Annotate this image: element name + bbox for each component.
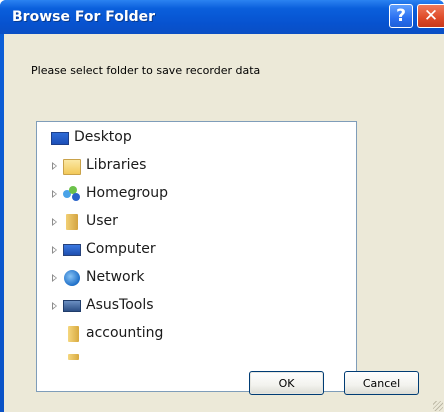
tree-item-user[interactable]: User [37, 210, 356, 234]
tree-item-label: Homegroup [86, 185, 169, 201]
tree-item-label: Desktop [74, 129, 132, 145]
tree-item-network[interactable]: Network [37, 266, 356, 290]
window-title: Browse For Folder [12, 9, 156, 25]
expand-arrow-icon[interactable] [51, 217, 59, 227]
expand-arrow-icon[interactable] [51, 189, 59, 199]
user-folder-icon [66, 214, 78, 230]
tree-item-label: Computer [86, 241, 156, 257]
asustools-icon [63, 300, 81, 312]
desktop-icon [51, 132, 69, 145]
title-bar[interactable]: Browse For Folder ? ✕ [0, 0, 444, 34]
expand-arrow-icon[interactable] [51, 245, 59, 255]
dialog-prompt: Please select folder to save recorder da… [31, 64, 261, 77]
tree-item-accounting[interactable]: accounting [37, 322, 356, 346]
help-icon: ? [396, 6, 406, 26]
browse-for-folder-dialog: Browse For Folder ? ✕ Please select fold… [0, 0, 444, 412]
dialog-body: Please select folder to save recorder da… [4, 34, 444, 412]
folder-icon [68, 354, 79, 360]
libraries-icon [63, 159, 81, 175]
close-button[interactable]: ✕ [417, 4, 444, 28]
tree-item-asustools[interactable]: AsusTools [37, 294, 356, 318]
tree-item-computer[interactable]: Computer [37, 238, 356, 262]
tree-item-label: User [86, 213, 118, 229]
ok-button[interactable]: OK [249, 371, 324, 395]
folder-icon [68, 326, 79, 342]
tree-item-desktop[interactable]: Desktop [37, 126, 356, 150]
tree-item-homegroup[interactable]: Homegroup [37, 182, 356, 206]
tree-item-label: Network [86, 269, 145, 285]
tree-item-libraries[interactable]: Libraries [37, 154, 356, 178]
homegroup-icon [63, 186, 81, 202]
expand-arrow-icon[interactable] [51, 161, 59, 171]
help-button[interactable]: ? [389, 4, 413, 28]
expand-arrow-icon[interactable] [51, 301, 59, 311]
folder-tree[interactable]: Desktop Libraries Homegroup User Compute… [36, 121, 357, 392]
close-icon: ✕ [423, 6, 439, 26]
tree-item-label: accounting [86, 325, 164, 341]
tree-item-label: Libraries [86, 157, 147, 173]
expand-arrow-icon[interactable] [51, 273, 59, 283]
tree-item-label: AsusTools [86, 297, 154, 313]
computer-icon [63, 244, 81, 256]
cancel-button[interactable]: Cancel [344, 371, 419, 395]
resize-grip-icon[interactable] [433, 401, 443, 411]
network-icon [64, 270, 80, 286]
